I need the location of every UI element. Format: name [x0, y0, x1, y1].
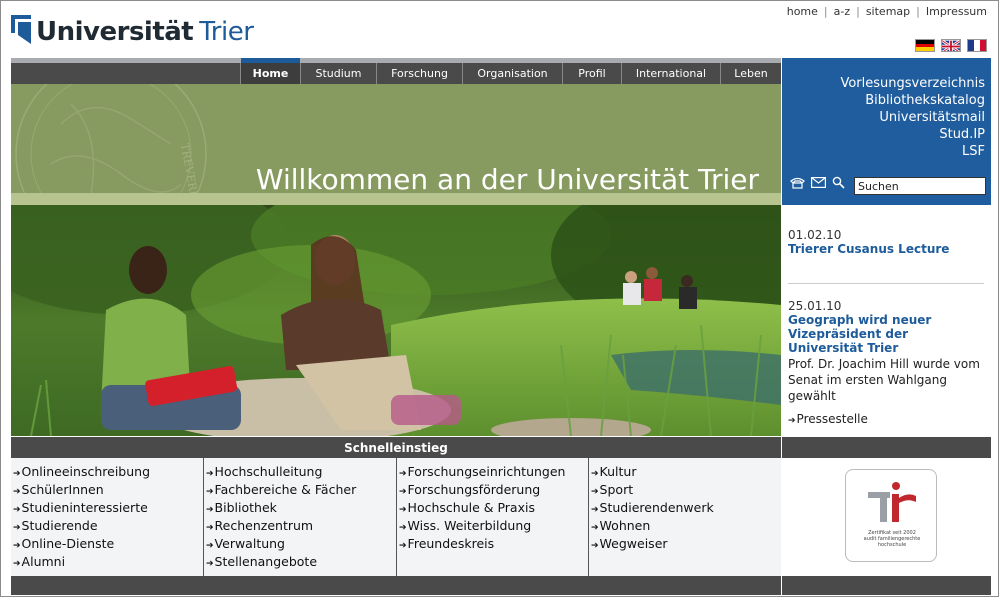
language-flags: [915, 39, 987, 52]
quick-link[interactable]: ➔Forschungseinrichtungen: [399, 464, 565, 482]
nav-studium-label: Studium: [315, 67, 362, 80]
news-panel: 01.02.10 Trierer Cusanus Lecture 25.01.1…: [782, 218, 991, 437]
right-spacer: [782, 205, 991, 219]
quick-entry-area: ➔Onlineeinschreibung ➔SchülerInnen ➔Stud…: [11, 458, 781, 576]
news-date: 25.01.10: [788, 299, 842, 313]
separator: |: [916, 5, 920, 18]
quicklink-vorlesungsverzeichnis[interactable]: Vorlesungsverzeichnis: [840, 75, 985, 92]
footer-bar: [11, 576, 991, 595]
util-link-sitemap[interactable]: sitemap: [866, 5, 910, 18]
mail-icon[interactable]: [811, 177, 826, 188]
quick-entry-column: ➔Hochschulleitung ➔Fachbereiche & Fächer…: [206, 464, 356, 572]
phone-icon[interactable]: [790, 177, 805, 189]
french-flag-icon[interactable]: [967, 39, 987, 52]
search-input[interactable]: [854, 177, 986, 195]
separator: |: [856, 5, 860, 18]
logo-mark-icon: [11, 15, 31, 44]
logo-name: Universität: [36, 17, 194, 47]
quick-link[interactable]: ➔Fachbereiche & Fächer: [206, 482, 356, 500]
nav-leben[interactable]: Leben: [720, 58, 781, 84]
welcome-banner: TREVERIS Willkommen an der Universität T…: [11, 84, 781, 205]
nav-home-label: Home: [252, 67, 289, 80]
quick-link[interactable]: ➔SchülerInnen: [13, 482, 150, 500]
util-link-a-z[interactable]: a-z: [834, 5, 850, 18]
arrow-icon: ➔: [788, 416, 796, 426]
quick-link[interactable]: ➔Studierende: [13, 518, 150, 536]
nav-profil-label: Profil: [578, 67, 606, 80]
quick-link[interactable]: ➔Forschungsförderung: [399, 482, 565, 500]
quick-link[interactable]: ➔Rechenzentrum: [206, 518, 356, 536]
campus-photo: [11, 205, 781, 436]
pressestelle-link[interactable]: ➔Pressestelle: [788, 412, 868, 426]
quick-link[interactable]: ➔Wegweiser: [591, 536, 714, 554]
quick-link[interactable]: ➔Wohnen: [591, 518, 714, 536]
pressestelle-label: Pressestelle: [796, 412, 868, 426]
footer-gap: [781, 576, 782, 595]
column-divider: [203, 458, 204, 576]
quick-link[interactable]: ➔Hochschule & Praxis: [399, 500, 565, 518]
nav-leben-label: Leben: [734, 67, 768, 80]
certificate-area: Zertifikat seit 2002 audit familiengerec…: [782, 458, 991, 576]
quicklink-universitaetsmail[interactable]: Universitätsmail: [840, 109, 985, 126]
main-nav: Home Studium Forschung Organisation Prof…: [11, 58, 781, 84]
quick-link[interactable]: ➔Kultur: [591, 464, 714, 482]
quicklink-studip[interactable]: Stud.IP: [840, 126, 985, 143]
nav-organisation[interactable]: Organisation: [462, 58, 562, 84]
university-logo[interactable]: Universität Trier: [11, 13, 254, 47]
search-icon[interactable]: [832, 176, 845, 189]
news-item: 25.01.10 Geograph wird neuer Vizepräside…: [788, 299, 986, 404]
quick-link[interactable]: ➔Alumni: [13, 554, 150, 572]
utility-nav: home | a-z | sitemap | Impressum: [787, 5, 987, 18]
quick-link[interactable]: ➔Online-Dienste: [13, 536, 150, 554]
quicklinks-list: Vorlesungsverzeichnis Bibliothekskatalog…: [840, 75, 985, 160]
quick-link[interactable]: ➔Bibliothek: [206, 500, 356, 518]
quicklink-bibliothekskatalog[interactable]: Bibliothekskatalog: [840, 92, 985, 109]
quick-entry-column: ➔Onlineeinschreibung ➔SchülerInnen ➔Stud…: [13, 464, 150, 572]
german-flag-icon[interactable]: [915, 39, 935, 52]
nav-organisation-label: Organisation: [477, 67, 548, 80]
quick-entry-header-right: [782, 437, 991, 458]
nav-international-label: International: [635, 67, 707, 80]
certificate-text: Zertifikat seit 2002 audit familiengerec…: [863, 530, 921, 548]
logo-city: Trier: [199, 17, 254, 47]
nav-profil[interactable]: Profil: [562, 58, 621, 84]
family-audit-certificate[interactable]: Zertifikat seit 2002 audit familiengerec…: [845, 469, 937, 562]
quick-entry-column: ➔Kultur ➔Sport ➔Studierendenwerk ➔Wohnen…: [591, 464, 714, 554]
nav-home[interactable]: Home: [240, 58, 300, 84]
banner-title: Willkommen an der Universität Trier: [255, 163, 759, 196]
news-divider: [788, 283, 984, 284]
university-seal-watermark: TREVERIS: [15, 84, 207, 205]
quick-link[interactable]: ➔Verwaltung: [206, 536, 356, 554]
quicklink-lsf[interactable]: LSF: [840, 143, 985, 160]
nav-studium[interactable]: Studium: [300, 58, 376, 84]
column-divider: [588, 458, 589, 576]
quicklinks-box: Vorlesungsverzeichnis Bibliothekskatalog…: [782, 58, 991, 205]
quick-link[interactable]: ➔Wiss. Weiterbildung: [399, 518, 565, 536]
column-divider: [396, 458, 397, 576]
tool-icons: [790, 176, 845, 189]
quick-link[interactable]: ➔Sport: [591, 482, 714, 500]
uk-flag-icon[interactable]: [941, 39, 961, 52]
quick-link[interactable]: ➔Studierendenwerk: [591, 500, 714, 518]
quick-link[interactable]: ➔Studieninteressierte: [13, 500, 150, 518]
quick-entry-column: ➔Forschungseinrichtungen ➔Forschungsförd…: [399, 464, 565, 554]
nav-forschung[interactable]: Forschung: [376, 58, 462, 84]
quick-link[interactable]: ➔Hochschulleitung: [206, 464, 356, 482]
util-link-home[interactable]: home: [787, 5, 818, 18]
news-date: 01.02.10: [788, 228, 842, 242]
util-link-impressum[interactable]: Impressum: [926, 5, 987, 18]
news-title-link[interactable]: Geograph wird neuer Vizepräsident der Un…: [788, 313, 986, 355]
separator: |: [823, 5, 828, 18]
nav-forschung-label: Forschung: [391, 67, 448, 80]
audit-logo-icon: [868, 482, 916, 522]
quick-link[interactable]: ➔Freundeskreis: [399, 536, 565, 554]
news-title-link[interactable]: Trierer Cusanus Lecture: [788, 242, 949, 256]
quick-link[interactable]: ➔Onlineeinschreibung: [13, 464, 150, 482]
news-text: Prof. Dr. Joachim Hill wurde vom Senat i…: [788, 357, 980, 403]
quick-link[interactable]: ➔Stellenangebote: [206, 554, 356, 572]
quick-entry-header: Schnelleinstieg: [11, 437, 781, 458]
nav-international[interactable]: International: [621, 58, 720, 84]
news-item: 01.02.10 Trierer Cusanus Lecture: [788, 228, 949, 256]
